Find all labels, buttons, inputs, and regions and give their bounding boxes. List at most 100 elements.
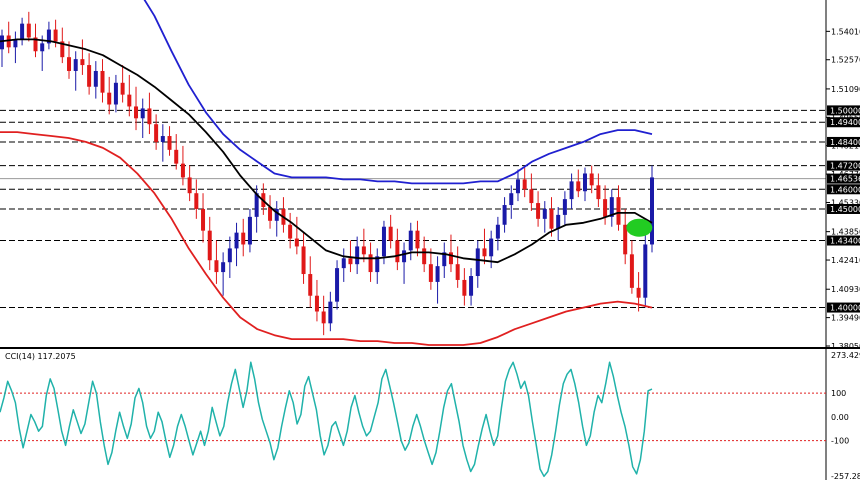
level-label-text: 1.47200 [830, 162, 860, 171]
price-tick-label: 1.38050 [831, 342, 860, 351]
candle-body [234, 232, 239, 249]
candle-body [53, 29, 58, 42]
candle-body [127, 94, 132, 107]
candle-body [201, 208, 206, 231]
candle-body [113, 82, 118, 105]
price-tick-label: 1.42410 [831, 256, 860, 265]
trading-chart-window: 1.540101.525701.510901.496501.482101.467… [0, 0, 860, 480]
candle-body [428, 264, 433, 282]
candle-body [616, 197, 621, 225]
level-label-text: 1.48400 [830, 138, 860, 147]
candle-body [629, 254, 634, 288]
candle-body [160, 136, 165, 142]
candle-body [221, 262, 226, 273]
candle-body [388, 226, 393, 241]
candle-body [542, 208, 547, 219]
candle-body [643, 244, 648, 298]
candle-body [348, 258, 353, 265]
chart-canvas: 1.540101.525701.510901.496501.482101.467… [0, 0, 860, 480]
candle-body [489, 238, 494, 257]
candle-body [576, 181, 581, 192]
candle-body [361, 246, 366, 255]
cci-tick-label: -257.2831 [831, 472, 860, 480]
candle-body [154, 124, 159, 142]
price-tick-label: 1.54010 [831, 27, 860, 36]
candle-body [341, 258, 346, 269]
candle-body [469, 276, 474, 296]
candle-body [247, 216, 252, 245]
candle-body [314, 295, 319, 312]
candle-body [475, 248, 480, 277]
cci-tick-label: 0.00 [831, 413, 849, 422]
candle-body [562, 199, 567, 215]
candle-body [20, 23, 25, 40]
candle-body [167, 136, 172, 150]
candle-body [502, 205, 507, 225]
candle-body [522, 179, 527, 190]
candle-body [147, 108, 152, 125]
candle-body [80, 59, 85, 66]
candle-body [582, 173, 587, 192]
level-label-text: 1.45000 [830, 205, 860, 214]
candle-body [0, 35, 4, 50]
candle-body [140, 108, 145, 119]
candle-body [294, 238, 299, 247]
candle-body [462, 279, 467, 296]
candle-body [603, 199, 608, 217]
candle-body [415, 230, 420, 249]
price-tick-label: 1.51090 [831, 85, 860, 94]
current-price-label: 1.46536 [827, 173, 860, 184]
cci-panel[interactable]: CCI(14) 117.2075 273.4299 100 0.00 -100 -257… [0, 351, 860, 480]
candle-body [288, 224, 293, 239]
candle-body [187, 177, 192, 194]
cci-tick-label: -100 [831, 437, 849, 446]
level-label-text: 1.50000 [830, 106, 860, 115]
price-axis: 1.540101.525701.510901.496501.482101.467… [825, 0, 860, 480]
candle-body [308, 274, 313, 296]
candle-body [422, 248, 427, 265]
candle-body [301, 246, 306, 275]
level-label-text: 1.49400 [830, 118, 860, 127]
candle-body [549, 208, 554, 229]
candle-body [435, 266, 440, 282]
candle-body [26, 23, 31, 38]
candle-body [509, 193, 514, 206]
candle-body [355, 246, 360, 265]
price-tick-label: 1.52570 [831, 56, 860, 65]
signal-marker [626, 218, 653, 237]
candle-body [73, 59, 78, 71]
candle-body [381, 226, 386, 257]
level-label-text: 1.40000 [830, 304, 860, 313]
candle-body [395, 240, 400, 263]
candle-body [194, 193, 199, 209]
price-tick-label: 1.39490 [831, 314, 860, 323]
candle-body [569, 181, 574, 200]
candle-body [134, 106, 139, 119]
cci-title: CCI(14) 117.2075 [5, 352, 76, 361]
candle-body [214, 260, 219, 273]
candle-body [536, 203, 541, 219]
candle-body [67, 57, 72, 71]
candle-body [529, 189, 534, 204]
candle-body [93, 70, 98, 87]
level-price-labels: 1.50000 1.49400 1.48400 1.47200 1.46000 1.450… [827, 105, 860, 313]
candle-body [207, 230, 212, 261]
candle-body [650, 177, 654, 245]
cci-tick-labels: 273.4299 100 0.00 -100 -257.2831 [831, 351, 860, 480]
candle-body [107, 92, 112, 105]
cci-level-lines [0, 392, 826, 442]
candle-body [515, 179, 520, 194]
candle-body [335, 268, 340, 302]
candle-body [321, 311, 326, 324]
candle-body [241, 232, 246, 245]
candle-body [174, 149, 179, 164]
candle-body [482, 248, 487, 257]
panel-divider[interactable] [0, 347, 860, 349]
price-panel[interactable] [0, 0, 826, 348]
price-tick-label: 1.43850 [831, 228, 860, 237]
candle-body [556, 214, 561, 229]
price-panel-background [0, 0, 826, 348]
candle-body [368, 254, 373, 273]
signal-marker-layer [626, 218, 653, 237]
candle-body [100, 70, 105, 93]
